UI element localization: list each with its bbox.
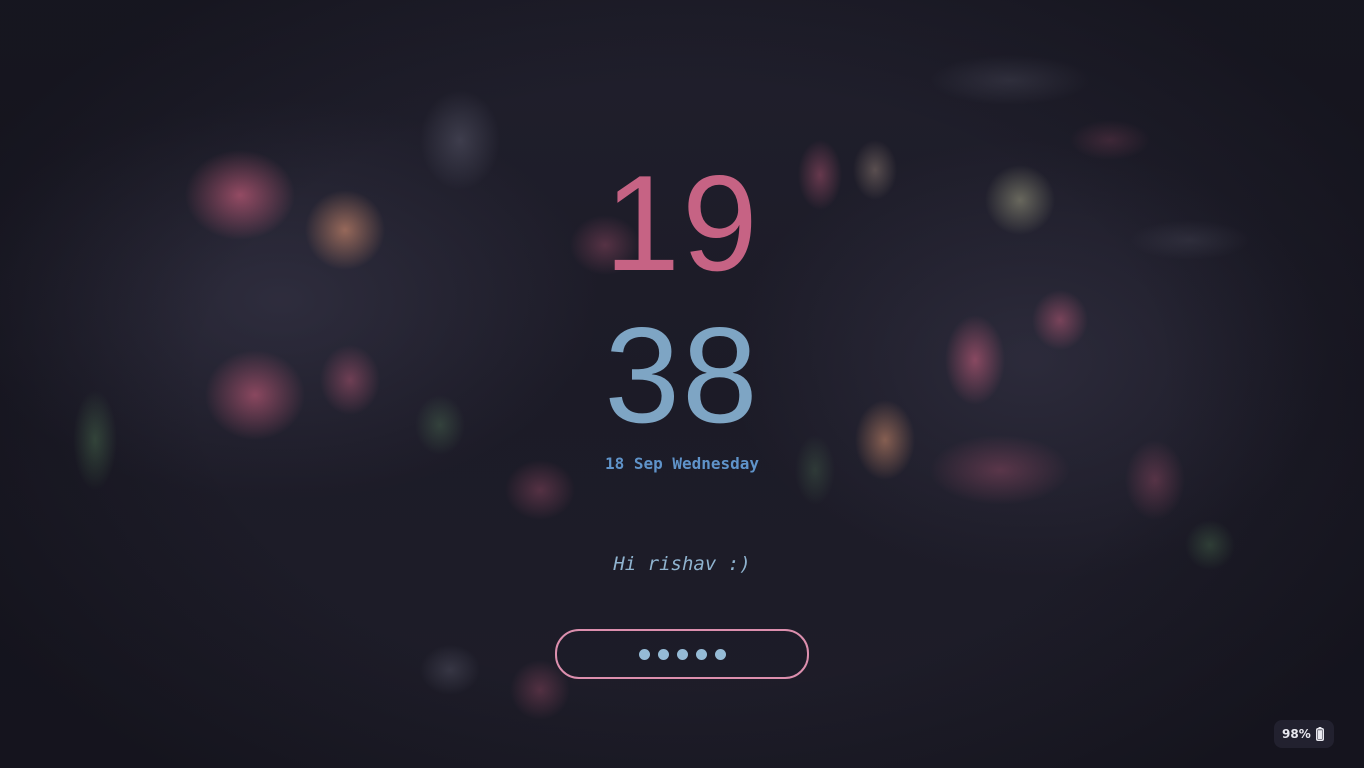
battery-level-text: 98% (1282, 727, 1311, 741)
password-dot (695, 648, 707, 660)
greeting-label: Hi rishav :) (613, 553, 751, 575)
password-dot (638, 648, 650, 660)
password-input[interactable] (555, 629, 809, 679)
lock-screen: 19 38 18 Sep Wednesday Hi rishav :) 98% (0, 0, 1364, 768)
password-dot (657, 648, 669, 660)
password-dot (676, 648, 688, 660)
date-label: 18 Sep Wednesday (604, 454, 760, 473)
password-dot (714, 648, 726, 660)
battery-icon (1315, 727, 1324, 741)
clock-hours: 19 (604, 147, 760, 299)
clock-minutes: 38 (604, 299, 760, 451)
password-mask (638, 648, 726, 660)
battery-indicator: 98% (1274, 720, 1334, 748)
